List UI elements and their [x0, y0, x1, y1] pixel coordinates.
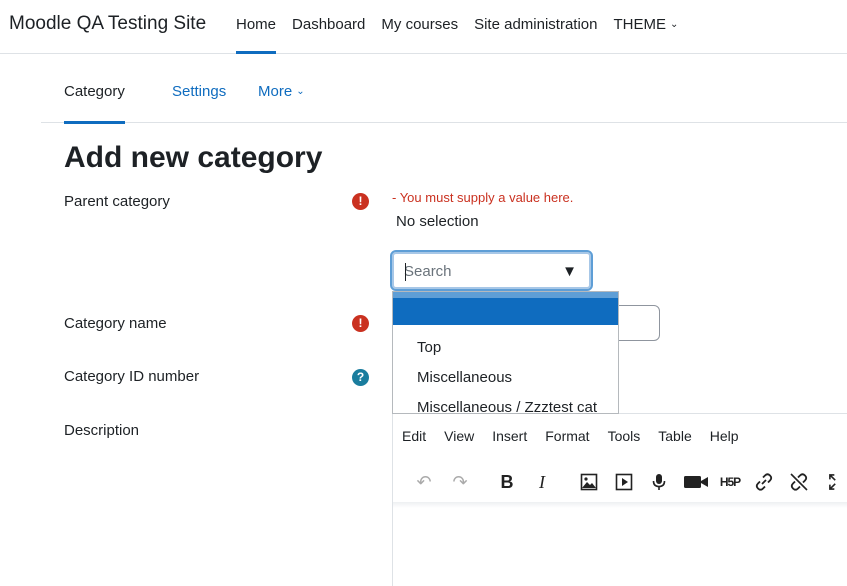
caret-down-icon[interactable]: ▼	[562, 263, 577, 280]
chevron-down-icon: ⌄	[670, 19, 679, 30]
nav-home[interactable]: Home	[228, 0, 284, 54]
parent-category-label: Parent category	[64, 193, 170, 210]
site-name[interactable]: Moodle QA Testing Site	[9, 13, 206, 35]
page-title: Add new category	[64, 141, 323, 174]
link-icon[interactable]	[751, 469, 777, 495]
undo-icon[interactable]: ↶	[411, 469, 437, 495]
parent-category-selection: No selection	[396, 213, 479, 230]
nav-dashboard[interactable]: Dashboard	[284, 0, 373, 54]
menu-format[interactable]: Format	[536, 428, 598, 444]
parent-category-error: - You must supply a value here.	[392, 190, 574, 205]
nav-theme-label: THEME	[613, 16, 667, 33]
tab-category[interactable]: Category	[64, 60, 125, 124]
tab-category-label: Category	[64, 83, 125, 100]
unlink-icon[interactable]	[786, 469, 812, 495]
nav-my-courses-label: My courses	[381, 16, 459, 33]
listbox-option-empty[interactable]	[393, 292, 618, 325]
menu-view[interactable]: View	[435, 428, 483, 444]
menu-tools[interactable]: Tools	[599, 428, 650, 444]
parent-category-search-box[interactable]: ▼	[390, 250, 593, 291]
top-navbar: Moodle QA Testing Site Home Dashboard My…	[0, 0, 847, 54]
listbox-option-miscellaneous[interactable]: Miscellaneous	[393, 362, 618, 393]
category-name-label: Category name	[64, 315, 167, 332]
menu-help[interactable]: Help	[701, 428, 748, 444]
menu-insert[interactable]: Insert	[483, 428, 536, 444]
menu-edit[interactable]: Edit	[393, 428, 435, 444]
editor-menubar: Edit View Insert Format Tools Table Help	[393, 428, 748, 444]
tab-more-label: More	[258, 83, 293, 100]
text-cursor	[405, 263, 406, 281]
menu-table[interactable]: Table	[649, 428, 700, 444]
secondary-navigation: Category Settings More ⌄	[41, 60, 847, 124]
nav-dashboard-label: Dashboard	[292, 16, 366, 33]
listbox-option-zzztest-cat[interactable]: Miscellaneous / Zzztest cat	[393, 392, 618, 413]
nav-site-administration-label: Site administration	[474, 16, 598, 33]
image-icon[interactable]	[576, 469, 602, 495]
chevron-down-icon: ⌄	[296, 86, 305, 97]
nav-site-administration[interactable]: Site administration	[466, 0, 605, 54]
exclamation-icon[interactable]: !	[352, 193, 369, 210]
video-camera-icon[interactable]	[681, 469, 711, 495]
redo-icon[interactable]: ↷	[447, 469, 473, 495]
h5p-icon[interactable]: H5P	[715, 469, 745, 495]
nav-theme-dropdown[interactable]: THEME ⌄	[606, 0, 687, 54]
description-label: Description	[64, 422, 140, 439]
question-icon[interactable]: ?	[352, 369, 369, 386]
italic-icon[interactable]: I	[529, 469, 555, 495]
fullscreen-icon[interactable]	[829, 469, 845, 495]
nav-home-label: Home	[236, 16, 277, 33]
category-id-number-label: Category ID number	[64, 368, 200, 385]
media-icon[interactable]	[611, 469, 637, 495]
tab-settings-label: Settings	[172, 83, 227, 100]
microphone-icon[interactable]	[646, 469, 672, 495]
tab-settings[interactable]: Settings	[172, 60, 226, 123]
toolbar-divider	[393, 502, 847, 508]
listbox-option-top[interactable]: Top	[393, 332, 618, 363]
tab-more[interactable]: More ⌄	[258, 60, 305, 123]
nav-my-courses[interactable]: My courses	[373, 0, 466, 54]
parent-category-listbox: Top Miscellaneous Miscellaneous / Zzztes…	[392, 291, 619, 414]
exclamation-icon[interactable]: !	[352, 315, 369, 332]
primary-navigation: Home Dashboard My courses Site administr…	[228, 0, 686, 54]
bold-icon[interactable]: B	[494, 469, 520, 495]
parent-category-search-input[interactable]	[404, 261, 554, 281]
description-editor: Edit View Insert Format Tools Table Help…	[392, 413, 847, 586]
